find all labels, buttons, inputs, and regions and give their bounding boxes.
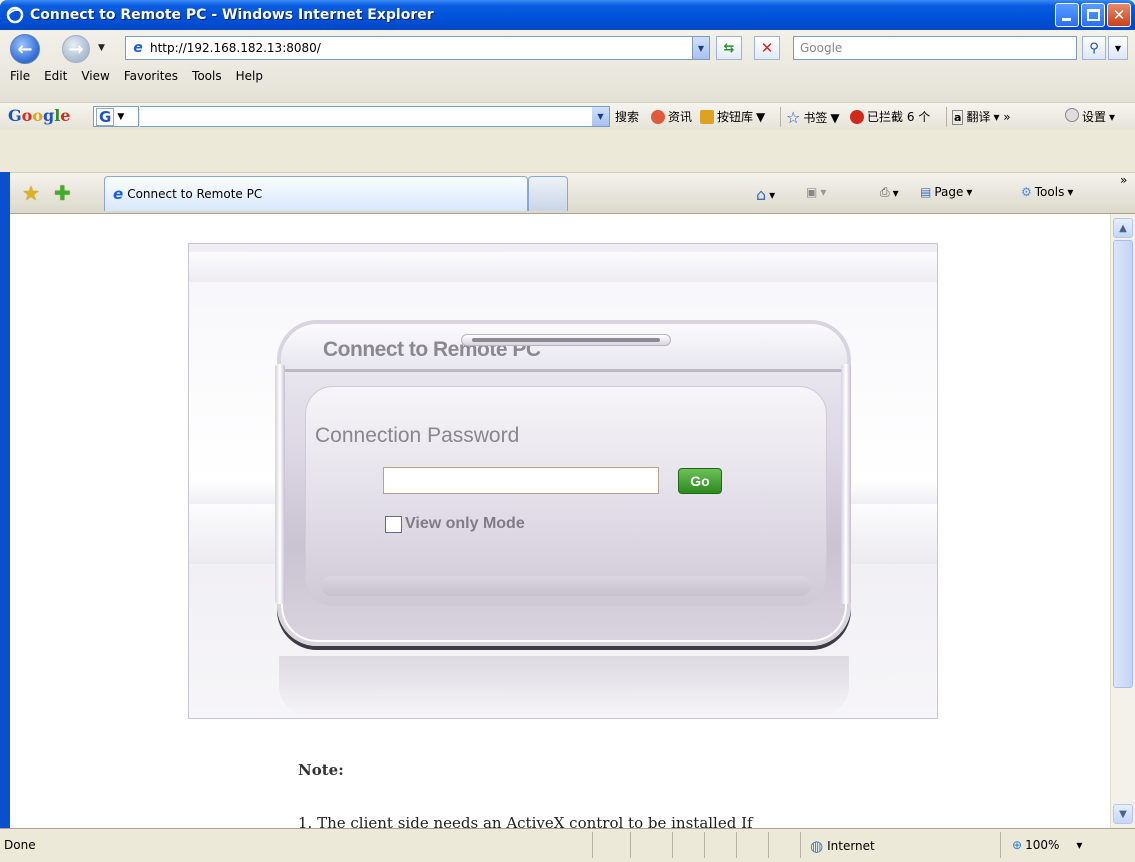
dialog-reflection	[279, 656, 849, 716]
recent-pages-dropdown[interactable]: ▼	[98, 43, 105, 53]
back-button[interactable]: ←	[10, 34, 40, 64]
settings-icon	[1065, 108, 1079, 125]
ie-logo-icon	[6, 6, 24, 24]
block-icon	[850, 109, 864, 124]
scroll-thumb[interactable]	[1113, 240, 1133, 688]
close-button[interactable]: ✕	[1107, 3, 1131, 27]
page-icon: e	[133, 40, 143, 56]
note-heading: Note:	[298, 761, 344, 779]
refresh-icon: ⇆	[723, 40, 735, 56]
menu-help[interactable]: Help	[229, 66, 270, 86]
menu-view[interactable]: View	[74, 66, 116, 86]
menu-bar: File Edit View Favorites Tools Help	[0, 66, 270, 86]
dialog-handle	[461, 334, 671, 346]
favorites-star-icon[interactable]: ★	[22, 181, 40, 205]
google-menu-button[interactable]: G ▼	[93, 106, 139, 127]
forward-button[interactable]: →	[62, 35, 90, 63]
window-left-edge	[0, 172, 10, 832]
login-panel: Connect to Remote PC Connection Password…	[188, 243, 938, 719]
puzzle-icon	[700, 109, 714, 124]
button-gallery-button[interactable]: 按钮库 ▼	[700, 108, 765, 125]
google-logo[interactable]: Google	[8, 106, 70, 125]
news-button[interactable]: 资讯	[651, 108, 692, 125]
refresh-button[interactable]: ⇆	[716, 36, 742, 60]
stop-icon: ✕	[760, 39, 774, 57]
google-toolbar: Google G ▼ ▼ 搜索 资讯 按钮库 ▼ ☆ 书签 ▼ 已拦截 6 个 a 翻译 ▾…	[0, 102, 1135, 130]
minimize-button[interactable]	[1055, 3, 1079, 27]
scroll-up-button[interactable]: ▲	[1113, 218, 1133, 238]
maximize-icon	[1087, 9, 1100, 21]
view-only-label[interactable]: View only Mode	[405, 515, 525, 533]
address-dropdown-button[interactable]: ▼	[692, 37, 709, 59]
google-search-dropdown[interactable]: ▼	[592, 107, 609, 126]
tab-row: ★ ✚ e Connect to Remote PC ⌂ ▾ ▣ ▾ ⎙ ▾ ▤ Pag…	[0, 172, 1135, 214]
google-search-input[interactable]: ▼	[140, 106, 610, 127]
add-favorites-icon[interactable]: ✚	[54, 181, 71, 205]
status-bar: Done ◍ Internet ⊕ 100% ▾	[0, 828, 1135, 862]
go-button[interactable]: Go	[678, 468, 722, 494]
page-icon: ▤	[920, 185, 932, 199]
status-text: Done	[4, 838, 36, 852]
stop-button[interactable]: ✕	[754, 36, 780, 60]
settings-button[interactable]: 设置 ▾	[1065, 108, 1115, 125]
maximize-button[interactable]	[1081, 3, 1105, 27]
home-icon: ⌂	[756, 185, 767, 204]
tools-gear-icon: ⚙	[1021, 185, 1032, 199]
feeds-button[interactable]: ▣ ▾	[806, 185, 826, 199]
view-only-checkbox[interactable]	[385, 516, 402, 533]
address-bar[interactable]: e http://192.168.182.13:8080/ ▼	[125, 36, 710, 60]
menu-edit[interactable]: Edit	[37, 66, 74, 86]
search-icon: ⚲	[1089, 40, 1099, 56]
url-text[interactable]: http://192.168.182.13:8080/	[150, 41, 321, 55]
google-search-button[interactable]: 搜索	[615, 108, 639, 125]
star-icon: ☆	[786, 108, 801, 127]
menu-file[interactable]: File	[3, 66, 37, 86]
search-input[interactable]: Google	[793, 36, 1077, 60]
menu-favorites[interactable]: Favorites	[117, 66, 185, 86]
print-icon: ⎙	[880, 185, 890, 199]
feeds-icon: ▣	[806, 185, 818, 199]
menu-tools[interactable]: Tools	[185, 66, 229, 86]
new-tab-button[interactable]	[528, 176, 568, 211]
title-bar: Connect to Remote PC - Windows Internet …	[0, 0, 1135, 30]
tab-label: Connect to Remote PC	[127, 187, 263, 201]
search-options-dropdown[interactable]: ▼	[1108, 36, 1128, 60]
popup-blocker-button[interactable]: 已拦截 6 个	[850, 108, 930, 125]
home-button[interactable]: ⌂ ▾	[756, 185, 775, 204]
scroll-down-button[interactable]: ▼	[1113, 804, 1133, 824]
print-button[interactable]: ⎙ ▾	[880, 185, 899, 200]
security-zone[interactable]: ◍ Internet	[810, 837, 875, 855]
globe-icon: ◍	[810, 837, 824, 855]
forward-icon: →	[68, 38, 84, 60]
bookmarks-button[interactable]: ☆ 书签 ▼	[786, 108, 840, 127]
google-g-icon: G	[96, 107, 115, 126]
minimize-icon	[1062, 18, 1071, 21]
page-menu-button[interactable]: ▤ Page ▾	[920, 185, 972, 199]
back-icon: ←	[17, 38, 33, 60]
search-button[interactable]: ⚲	[1082, 36, 1106, 60]
window-title: Connect to Remote PC - Windows Internet …	[30, 7, 434, 23]
ie-page-icon: e	[113, 185, 124, 203]
tab-connect-remote-pc[interactable]: e Connect to Remote PC	[104, 176, 528, 211]
password-input[interactable]	[383, 467, 659, 494]
translate-button[interactable]: a 翻译 ▾ »	[952, 108, 1011, 125]
vertical-scrollbar[interactable]: ▲ ▼	[1110, 214, 1135, 828]
zoom-control[interactable]: ⊕ 100% ▾	[1012, 838, 1082, 852]
command-bar-chevron[interactable]: »	[1120, 173, 1127, 187]
tools-menu-button[interactable]: ⚙ Tools ▾	[1021, 185, 1073, 199]
translate-icon: a	[952, 109, 964, 125]
close-icon: ✕	[1112, 6, 1126, 24]
connect-dialog: Connect to Remote PC Connection Password…	[277, 320, 851, 646]
zoom-icon: ⊕	[1012, 838, 1023, 852]
page-content: Connect to Remote PC Connection Password…	[10, 214, 1110, 828]
note-line-1: 1. The client side needs an ActiveX cont…	[298, 814, 753, 828]
news-icon	[651, 109, 665, 124]
password-label: Connection Password	[315, 424, 520, 447]
address-toolbar: ← → ▼ e http://192.168.182.13:8080/ ▼ ⇆ …	[0, 30, 1135, 102]
